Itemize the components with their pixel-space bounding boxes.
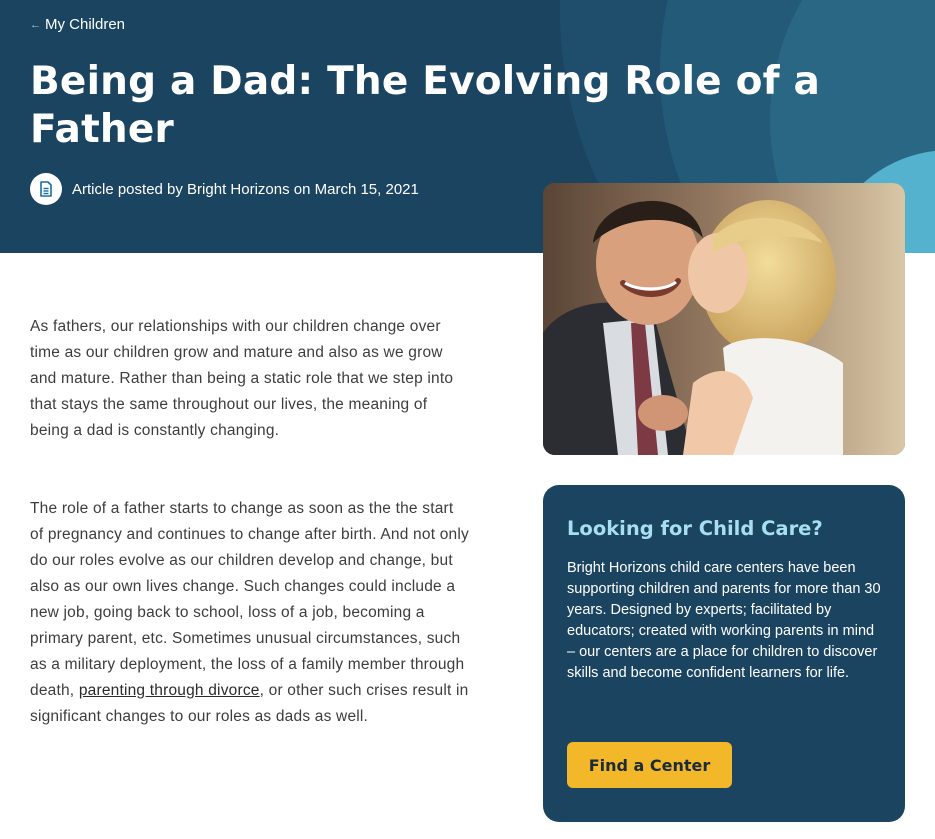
article-hero-photo bbox=[543, 183, 905, 455]
document-icon bbox=[30, 173, 62, 205]
cta-heading: Looking for Child Care? bbox=[567, 517, 823, 540]
article-paragraph: The role of a father starts to change as… bbox=[30, 496, 470, 730]
paragraph-text: The role of a father starts to change as… bbox=[30, 500, 469, 699]
parenting-through-divorce-link[interactable]: parenting through divorce bbox=[79, 682, 260, 699]
byline-text: Article posted by Bright Horizons on Mar… bbox=[72, 180, 419, 198]
article-paragraph: As fathers, our relationships with our c… bbox=[30, 318, 454, 439]
breadcrumb-back-link[interactable]: ← My Children bbox=[30, 16, 125, 33]
cta-description: Bright Horizons child care centers have … bbox=[567, 560, 881, 681]
child-care-cta-card: Looking for Child Care? Bright Horizons … bbox=[543, 485, 905, 822]
breadcrumb-label: My Children bbox=[45, 16, 126, 33]
find-a-center-button[interactable]: Find a Center bbox=[567, 742, 732, 788]
article-byline: Article posted by Bright Horizons on Mar… bbox=[30, 173, 419, 205]
page-title: Being a Dad: The Evolving Role of a Fath… bbox=[30, 59, 821, 152]
back-arrow-icon: ← bbox=[30, 18, 41, 31]
article-body: As fathers, our relationships with our c… bbox=[30, 314, 470, 782]
